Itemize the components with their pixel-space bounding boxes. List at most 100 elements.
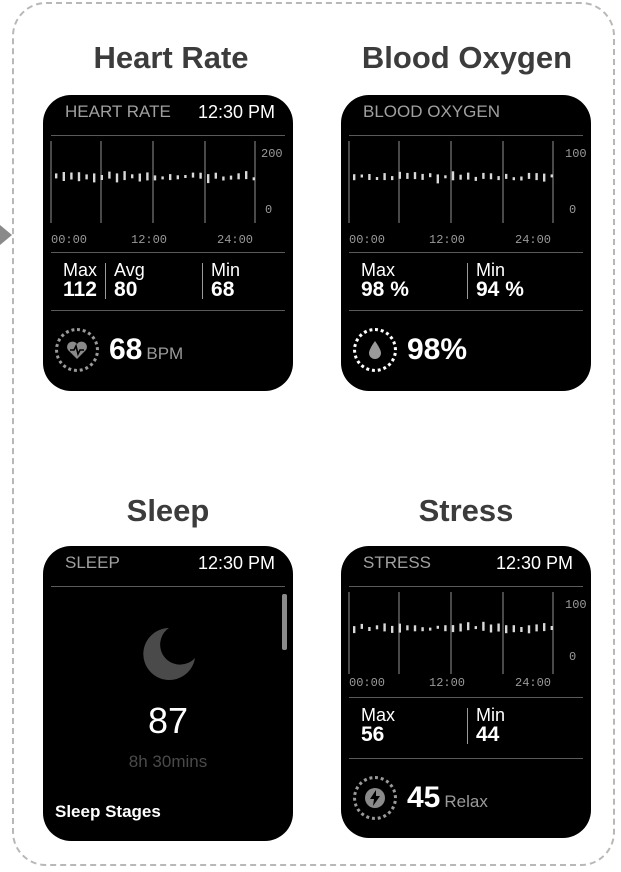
stat-avg: Avg 80 xyxy=(114,260,145,301)
heart-rate-time: 12:30 PM xyxy=(197,101,275,122)
divider xyxy=(349,697,583,698)
chart-bar xyxy=(550,174,553,178)
chart-bar xyxy=(474,626,477,630)
chart-bar xyxy=(383,623,386,632)
stat-max: Max 56 xyxy=(361,705,396,746)
blood-oxygen-stats: Max 98 % Min 94 % xyxy=(353,261,532,301)
chart-bar xyxy=(131,174,134,179)
sleep-duration: 8h 30mins xyxy=(128,752,208,771)
chart-bar xyxy=(391,625,394,633)
chart-bar xyxy=(535,173,538,181)
chart-bar xyxy=(406,625,409,631)
divider xyxy=(51,310,285,311)
chart-bar xyxy=(535,624,538,632)
chart-bar xyxy=(153,175,157,181)
stress-chart-svg: 100 0 00:00 12:00 24:00 xyxy=(348,592,587,690)
y-tick-bottom: 0 xyxy=(265,203,272,217)
chart-bar xyxy=(62,172,65,181)
stat-min: Min 68 xyxy=(211,260,241,301)
y-tick-top: 200 xyxy=(261,147,283,161)
chart-bar xyxy=(191,172,195,178)
chart-bar xyxy=(229,175,233,180)
x-tick-end: 24:00 xyxy=(515,676,551,690)
divider xyxy=(349,310,583,311)
chart-bar xyxy=(406,172,409,179)
sleep-time: 12:30 PM xyxy=(197,552,275,573)
divider xyxy=(349,252,583,253)
stress-stats: Max 56 Min 44 xyxy=(353,706,513,746)
chart-bar xyxy=(512,625,515,633)
chart-bar xyxy=(459,623,462,632)
chart-bar xyxy=(398,171,401,179)
droplet-icon xyxy=(353,328,397,372)
chart-bar xyxy=(543,173,546,182)
x-tick-mid: 12:00 xyxy=(131,233,167,247)
blood-oxygen-current: 98% xyxy=(353,328,467,372)
chart-bar xyxy=(184,175,187,178)
chart-bar xyxy=(252,177,255,181)
blood-oxygen-header: BLOOD OXYGEN xyxy=(341,95,591,129)
blood-oxygen-watch-card[interactable]: BLOOD OXYGEN 100 0 00:00 12:00 24:00 Max… xyxy=(341,95,591,391)
sleep-score: 87 xyxy=(147,700,189,741)
chart-bar xyxy=(482,172,485,179)
heart-rate-chart-svg: 200 0 00:00 12:00 24:00 xyxy=(50,141,283,247)
x-tick-mid: 12:00 xyxy=(429,676,465,690)
chart-bar xyxy=(237,173,240,180)
divider xyxy=(51,586,285,587)
heart-rate-current: 68 BPM xyxy=(55,328,183,372)
chart-bar xyxy=(520,176,523,181)
chart-bar xyxy=(444,625,447,632)
chart-bar xyxy=(429,173,432,178)
chart-bar xyxy=(169,174,172,181)
sleep-stages-link[interactable]: Sleep Stages xyxy=(55,802,161,822)
chart-bar xyxy=(550,626,553,630)
chart-bar xyxy=(368,174,371,180)
moon-icon xyxy=(139,624,199,689)
chart-bar xyxy=(543,623,546,632)
stat-min: Min 44 xyxy=(476,705,506,746)
chart-bar xyxy=(77,172,81,182)
chart-bar xyxy=(368,627,371,631)
scrollbar[interactable] xyxy=(282,594,287,650)
chart-bar xyxy=(360,174,363,178)
x-tick-mid: 12:00 xyxy=(429,233,465,247)
chart-bar xyxy=(413,625,417,632)
divider xyxy=(349,586,583,587)
chart-bar xyxy=(138,173,141,182)
heart-rate-title: Heart Rate xyxy=(93,40,249,75)
sleep-watch-card[interactable]: SLEEP 12:30 PM 87 8h 30mins Sleep Stages xyxy=(43,546,293,841)
chart-bar xyxy=(482,621,485,631)
chart-bar xyxy=(55,173,58,179)
chart-bar xyxy=(176,175,179,180)
x-tick-end: 24:00 xyxy=(515,233,551,247)
heart-rate-header-label: HEART RATE xyxy=(65,102,171,121)
chart-bar xyxy=(199,172,202,179)
stress-value: 45 xyxy=(407,781,441,814)
sleep-title: Sleep xyxy=(126,493,210,528)
divider xyxy=(349,135,583,136)
stress-watch-card[interactable]: STRESS 12:30 PM 100 0 00:00 12:00 24:00 … xyxy=(341,546,591,838)
y-tick-bottom: 0 xyxy=(569,203,576,217)
stress-header: STRESS 12:30 PM xyxy=(341,546,591,580)
blood-oxygen-value: 98% xyxy=(407,333,468,366)
chart-bar xyxy=(474,176,477,181)
chart-bar xyxy=(353,626,356,634)
chart-bar xyxy=(214,172,217,179)
chart-bar xyxy=(207,174,210,184)
blood-oxygen-chart: 100 0 00:00 12:00 24:00 xyxy=(347,137,589,247)
chart-bar xyxy=(421,173,424,180)
y-tick-top: 100 xyxy=(565,598,587,612)
chart-bar xyxy=(505,625,508,634)
chart-bar xyxy=(85,174,88,180)
heart-rate-unit: BPM xyxy=(146,344,184,363)
stress-unit: Relax xyxy=(444,792,488,811)
y-tick-bottom: 0 xyxy=(569,650,576,664)
blood-oxygen-header-label: BLOOD OXYGEN xyxy=(363,102,500,121)
heart-rate-watch-card[interactable]: HEART RATE 12:30 PM 200 0 00:00 12:00 24… xyxy=(43,95,293,391)
x-tick-start: 00:00 xyxy=(349,233,385,247)
chart-bar xyxy=(512,177,515,181)
chart-bar xyxy=(108,171,111,179)
stress-time: 12:30 PM xyxy=(495,552,573,573)
chart-bar xyxy=(375,625,379,630)
lightning-icon xyxy=(353,776,397,820)
